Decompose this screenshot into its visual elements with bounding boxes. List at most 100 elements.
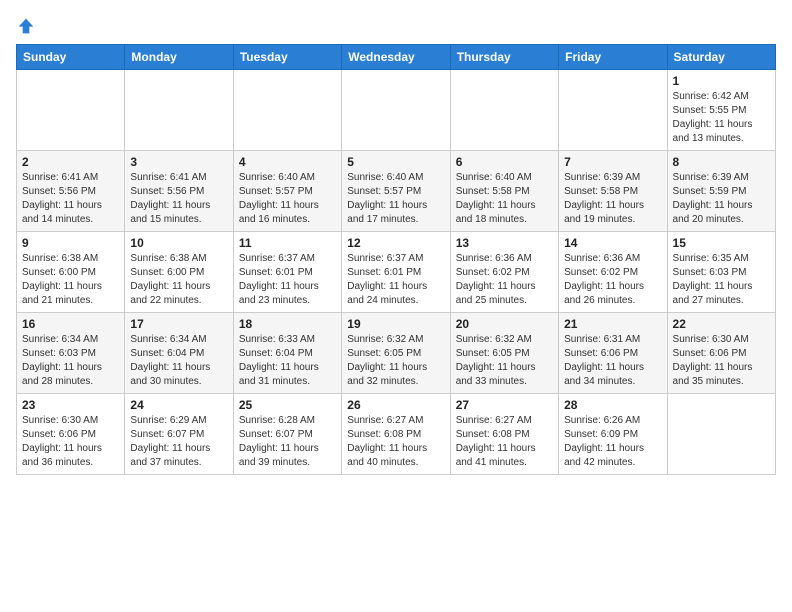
calendar-cell: 5 Sunrise: 6:40 AM Sunset: 5:57 PM Daylig… [342, 151, 450, 232]
day-number: 16 [22, 317, 119, 331]
calendar-cell [559, 70, 667, 151]
day-info: Sunrise: 6:32 AM Sunset: 6:05 PM Dayligh… [347, 333, 444, 389]
calendar-cell [342, 70, 450, 151]
calendar-cell: 6 Sunrise: 6:40 AM Sunset: 5:58 PM Daylig… [450, 151, 558, 232]
day-info: Sunrise: 6:38 AM Sunset: 6:00 PM Dayligh… [130, 252, 227, 308]
day-number: 14 [564, 236, 661, 250]
day-number: 24 [130, 398, 227, 412]
logo [16, 16, 40, 36]
day-number: 3 [130, 155, 227, 169]
day-number: 18 [239, 317, 336, 331]
day-info: Sunrise: 6:34 AM Sunset: 6:04 PM Dayligh… [130, 333, 227, 389]
day-header-tuesday: Tuesday [233, 45, 341, 70]
day-number: 27 [456, 398, 553, 412]
day-header-saturday: Saturday [667, 45, 775, 70]
day-info: Sunrise: 6:28 AM Sunset: 6:07 PM Dayligh… [239, 414, 336, 470]
calendar-cell: 19 Sunrise: 6:32 AM Sunset: 6:05 PM Dayli… [342, 313, 450, 394]
day-info: Sunrise: 6:34 AM Sunset: 6:03 PM Dayligh… [22, 333, 119, 389]
calendar-week-3: 9 Sunrise: 6:38 AM Sunset: 6:00 PM Daylig… [17, 232, 776, 313]
day-header-sunday: Sunday [17, 45, 125, 70]
day-number: 17 [130, 317, 227, 331]
day-number: 2 [22, 155, 119, 169]
calendar-cell: 12 Sunrise: 6:37 AM Sunset: 6:01 PM Dayli… [342, 232, 450, 313]
day-number: 11 [239, 236, 336, 250]
calendar-cell [667, 394, 775, 475]
day-number: 20 [456, 317, 553, 331]
day-info: Sunrise: 6:36 AM Sunset: 6:02 PM Dayligh… [456, 252, 553, 308]
day-info: Sunrise: 6:38 AM Sunset: 6:00 PM Dayligh… [22, 252, 119, 308]
calendar-cell [450, 70, 558, 151]
day-info: Sunrise: 6:35 AM Sunset: 6:03 PM Dayligh… [673, 252, 770, 308]
day-info: Sunrise: 6:32 AM Sunset: 6:05 PM Dayligh… [456, 333, 553, 389]
day-number: 26 [347, 398, 444, 412]
day-info: Sunrise: 6:39 AM Sunset: 5:58 PM Dayligh… [564, 171, 661, 227]
day-info: Sunrise: 6:36 AM Sunset: 6:02 PM Dayligh… [564, 252, 661, 308]
calendar-cell: 18 Sunrise: 6:33 AM Sunset: 6:04 PM Dayli… [233, 313, 341, 394]
day-info: Sunrise: 6:37 AM Sunset: 6:01 PM Dayligh… [239, 252, 336, 308]
day-number: 25 [239, 398, 336, 412]
calendar-cell: 16 Sunrise: 6:34 AM Sunset: 6:03 PM Dayli… [17, 313, 125, 394]
day-number: 10 [130, 236, 227, 250]
day-info: Sunrise: 6:40 AM Sunset: 5:57 PM Dayligh… [347, 171, 444, 227]
day-info: Sunrise: 6:30 AM Sunset: 6:06 PM Dayligh… [673, 333, 770, 389]
calendar-cell: 11 Sunrise: 6:37 AM Sunset: 6:01 PM Dayli… [233, 232, 341, 313]
day-info: Sunrise: 6:37 AM Sunset: 6:01 PM Dayligh… [347, 252, 444, 308]
day-number: 6 [456, 155, 553, 169]
day-number: 28 [564, 398, 661, 412]
calendar-week-2: 2 Sunrise: 6:41 AM Sunset: 5:56 PM Daylig… [17, 151, 776, 232]
calendar-cell: 13Sunrise: 6:36 AM Sunset: 6:02 PM Dayli… [450, 232, 558, 313]
day-number: 7 [564, 155, 661, 169]
calendar-cell: 20 Sunrise: 6:32 AM Sunset: 6:05 PM Dayli… [450, 313, 558, 394]
day-number: 9 [22, 236, 119, 250]
calendar-cell: 2 Sunrise: 6:41 AM Sunset: 5:56 PM Daylig… [17, 151, 125, 232]
calendar-cell: 9 Sunrise: 6:38 AM Sunset: 6:00 PM Daylig… [17, 232, 125, 313]
calendar-cell: 15 Sunrise: 6:35 AM Sunset: 6:03 PM Dayli… [667, 232, 775, 313]
day-info: Sunrise: 6:42 AM Sunset: 5:55 PM Dayligh… [673, 90, 770, 146]
day-number: 4 [239, 155, 336, 169]
day-info: Sunrise: 6:40 AM Sunset: 5:58 PM Dayligh… [456, 171, 553, 227]
day-number: 22 [673, 317, 770, 331]
calendar-cell: 8 Sunrise: 6:39 AM Sunset: 5:59 PM Daylig… [667, 151, 775, 232]
calendar-cell: 10 Sunrise: 6:38 AM Sunset: 6:00 PM Dayli… [125, 232, 233, 313]
day-info: Sunrise: 6:26 AM Sunset: 6:09 PM Dayligh… [564, 414, 661, 470]
calendar-week-4: 16 Sunrise: 6:34 AM Sunset: 6:03 PM Dayli… [17, 313, 776, 394]
calendar-cell: 24 Sunrise: 6:29 AM Sunset: 6:07 PM Dayli… [125, 394, 233, 475]
page-header [16, 16, 776, 36]
day-info: Sunrise: 6:33 AM Sunset: 6:04 PM Dayligh… [239, 333, 336, 389]
calendar-week-5: 23Sunrise: 6:30 AM Sunset: 6:06 PM Dayli… [17, 394, 776, 475]
calendar-cell [17, 70, 125, 151]
calendar-cell [125, 70, 233, 151]
calendar-table: SundayMondayTuesdayWednesdayThursdayFrid… [16, 44, 776, 475]
day-info: Sunrise: 6:31 AM Sunset: 6:06 PM Dayligh… [564, 333, 661, 389]
day-info: Sunrise: 6:41 AM Sunset: 5:56 PM Dayligh… [22, 171, 119, 227]
calendar-cell: 26 Sunrise: 6:27 AM Sunset: 6:08 PM Dayli… [342, 394, 450, 475]
calendar-cell: 7 Sunrise: 6:39 AM Sunset: 5:58 PM Daylig… [559, 151, 667, 232]
calendar-cell: 17 Sunrise: 6:34 AM Sunset: 6:04 PM Dayli… [125, 313, 233, 394]
day-info: Sunrise: 6:39 AM Sunset: 5:59 PM Dayligh… [673, 171, 770, 227]
calendar-cell: 21 Sunrise: 6:31 AM Sunset: 6:06 PM Dayli… [559, 313, 667, 394]
calendar-cell: 27Sunrise: 6:27 AM Sunset: 6:08 PM Dayli… [450, 394, 558, 475]
day-number: 8 [673, 155, 770, 169]
day-number: 21 [564, 317, 661, 331]
day-header-thursday: Thursday [450, 45, 558, 70]
day-number: 15 [673, 236, 770, 250]
calendar-cell: 28 Sunrise: 6:26 AM Sunset: 6:09 PM Dayli… [559, 394, 667, 475]
logo-icon [16, 16, 36, 36]
day-info: Sunrise: 6:29 AM Sunset: 6:07 PM Dayligh… [130, 414, 227, 470]
day-info: Sunrise: 6:27 AM Sunset: 6:08 PM Dayligh… [347, 414, 444, 470]
day-header-wednesday: Wednesday [342, 45, 450, 70]
day-header-friday: Friday [559, 45, 667, 70]
calendar-cell: 14 Sunrise: 6:36 AM Sunset: 6:02 PM Dayli… [559, 232, 667, 313]
day-info: Sunrise: 6:40 AM Sunset: 5:57 PM Dayligh… [239, 171, 336, 227]
day-number: 19 [347, 317, 444, 331]
calendar-cell: 4 Sunrise: 6:40 AM Sunset: 5:57 PM Daylig… [233, 151, 341, 232]
day-number: 5 [347, 155, 444, 169]
day-info: Sunrise: 6:30 AM Sunset: 6:06 PM Dayligh… [22, 414, 119, 470]
day-number: 1 [673, 74, 770, 88]
calendar-cell: 23Sunrise: 6:30 AM Sunset: 6:06 PM Dayli… [17, 394, 125, 475]
calendar-cell [233, 70, 341, 151]
calendar-cell: 1 Sunrise: 6:42 AM Sunset: 5:55 PM Daylig… [667, 70, 775, 151]
day-number: 12 [347, 236, 444, 250]
day-info: Sunrise: 6:41 AM Sunset: 5:56 PM Dayligh… [130, 171, 227, 227]
calendar-cell: 25 Sunrise: 6:28 AM Sunset: 6:07 PM Dayli… [233, 394, 341, 475]
